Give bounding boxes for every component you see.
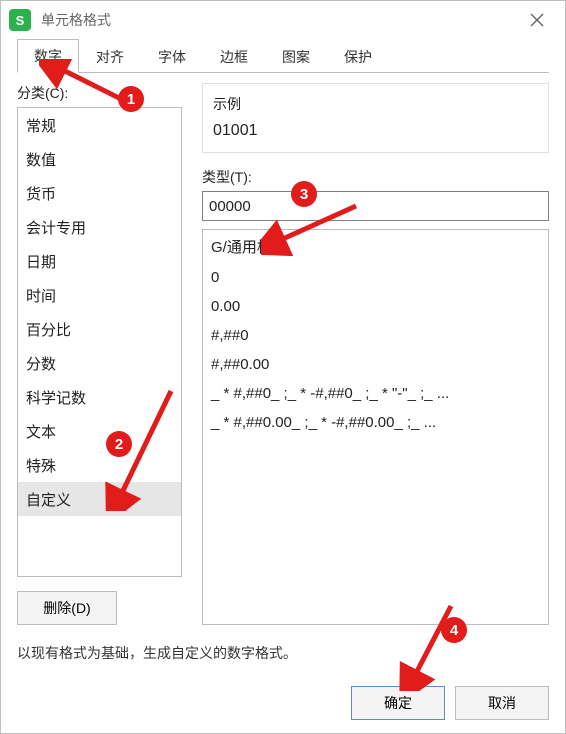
category-item-accounting[interactable]: 会计专用: [18, 210, 181, 244]
dialog-window: S 单元格格式 数字 对齐 字体 边框 图案 保护 分类(C): 常规 数值 货…: [0, 0, 566, 734]
category-item-fraction[interactable]: 分数: [18, 346, 181, 380]
type-label: 类型(T):: [202, 167, 549, 187]
type-item[interactable]: _ * #,##0.00_ ;_ * -#,##0.00_ ;_ ...: [203, 408, 548, 437]
category-item-currency[interactable]: 货币: [18, 176, 181, 210]
window-title: 单元格格式: [41, 10, 517, 30]
close-icon: [530, 13, 544, 27]
type-input[interactable]: [202, 191, 549, 221]
tab-border[interactable]: 边框: [203, 39, 265, 73]
app-icon: S: [9, 9, 31, 31]
type-item[interactable]: #,##0.00: [203, 350, 548, 379]
category-item-text[interactable]: 文本: [18, 414, 181, 448]
tabstrip: 数字 对齐 字体 边框 图案 保护: [17, 39, 549, 73]
type-item[interactable]: 0.00: [203, 292, 548, 321]
tab-content: 分类(C): 常规 数值 货币 会计专用 日期 时间 百分比 分数 科学记数 文…: [1, 73, 565, 673]
cancel-button[interactable]: 取消: [455, 686, 549, 720]
type-item[interactable]: 0: [203, 263, 548, 292]
tab-number[interactable]: 数字: [17, 39, 79, 73]
dialog-buttons: 确定 取消: [1, 673, 565, 733]
category-label: 分类(C):: [17, 83, 182, 103]
tab-align[interactable]: 对齐: [79, 39, 141, 73]
hint-text: 以现有格式为基础，生成自定义的数字格式。: [17, 643, 549, 663]
example-value: 01001: [213, 122, 538, 140]
category-item-general[interactable]: 常规: [18, 108, 181, 142]
example-label: 示例: [213, 94, 538, 114]
tab-protect[interactable]: 保护: [327, 39, 389, 73]
titlebar: S 单元格格式: [1, 1, 565, 39]
category-item-custom[interactable]: 自定义: [18, 482, 181, 516]
close-button[interactable]: [517, 5, 557, 35]
category-item-scientific[interactable]: 科学记数: [18, 380, 181, 414]
category-item-percent[interactable]: 百分比: [18, 312, 181, 346]
type-item[interactable]: #,##0: [203, 321, 548, 350]
type-item[interactable]: _ * #,##0_ ;_ * -#,##0_ ;_ * "-"_ ;_ ...: [203, 379, 548, 408]
category-item-time[interactable]: 时间: [18, 278, 181, 312]
category-item-date[interactable]: 日期: [18, 244, 181, 278]
category-item-special[interactable]: 特殊: [18, 448, 181, 482]
delete-button[interactable]: 删除(D): [17, 591, 117, 625]
category-list[interactable]: 常规 数值 货币 会计专用 日期 时间 百分比 分数 科学记数 文本 特殊 自定…: [17, 107, 182, 577]
ok-button[interactable]: 确定: [351, 686, 445, 720]
type-item[interactable]: G/通用格式: [203, 230, 548, 263]
example-panel: 示例 01001: [202, 83, 549, 153]
tab-pattern[interactable]: 图案: [265, 39, 327, 73]
tab-font[interactable]: 字体: [141, 39, 203, 73]
type-list[interactable]: G/通用格式 0 0.00 #,##0 #,##0.00 _ * #,##0_ …: [202, 229, 549, 625]
category-item-number[interactable]: 数值: [18, 142, 181, 176]
